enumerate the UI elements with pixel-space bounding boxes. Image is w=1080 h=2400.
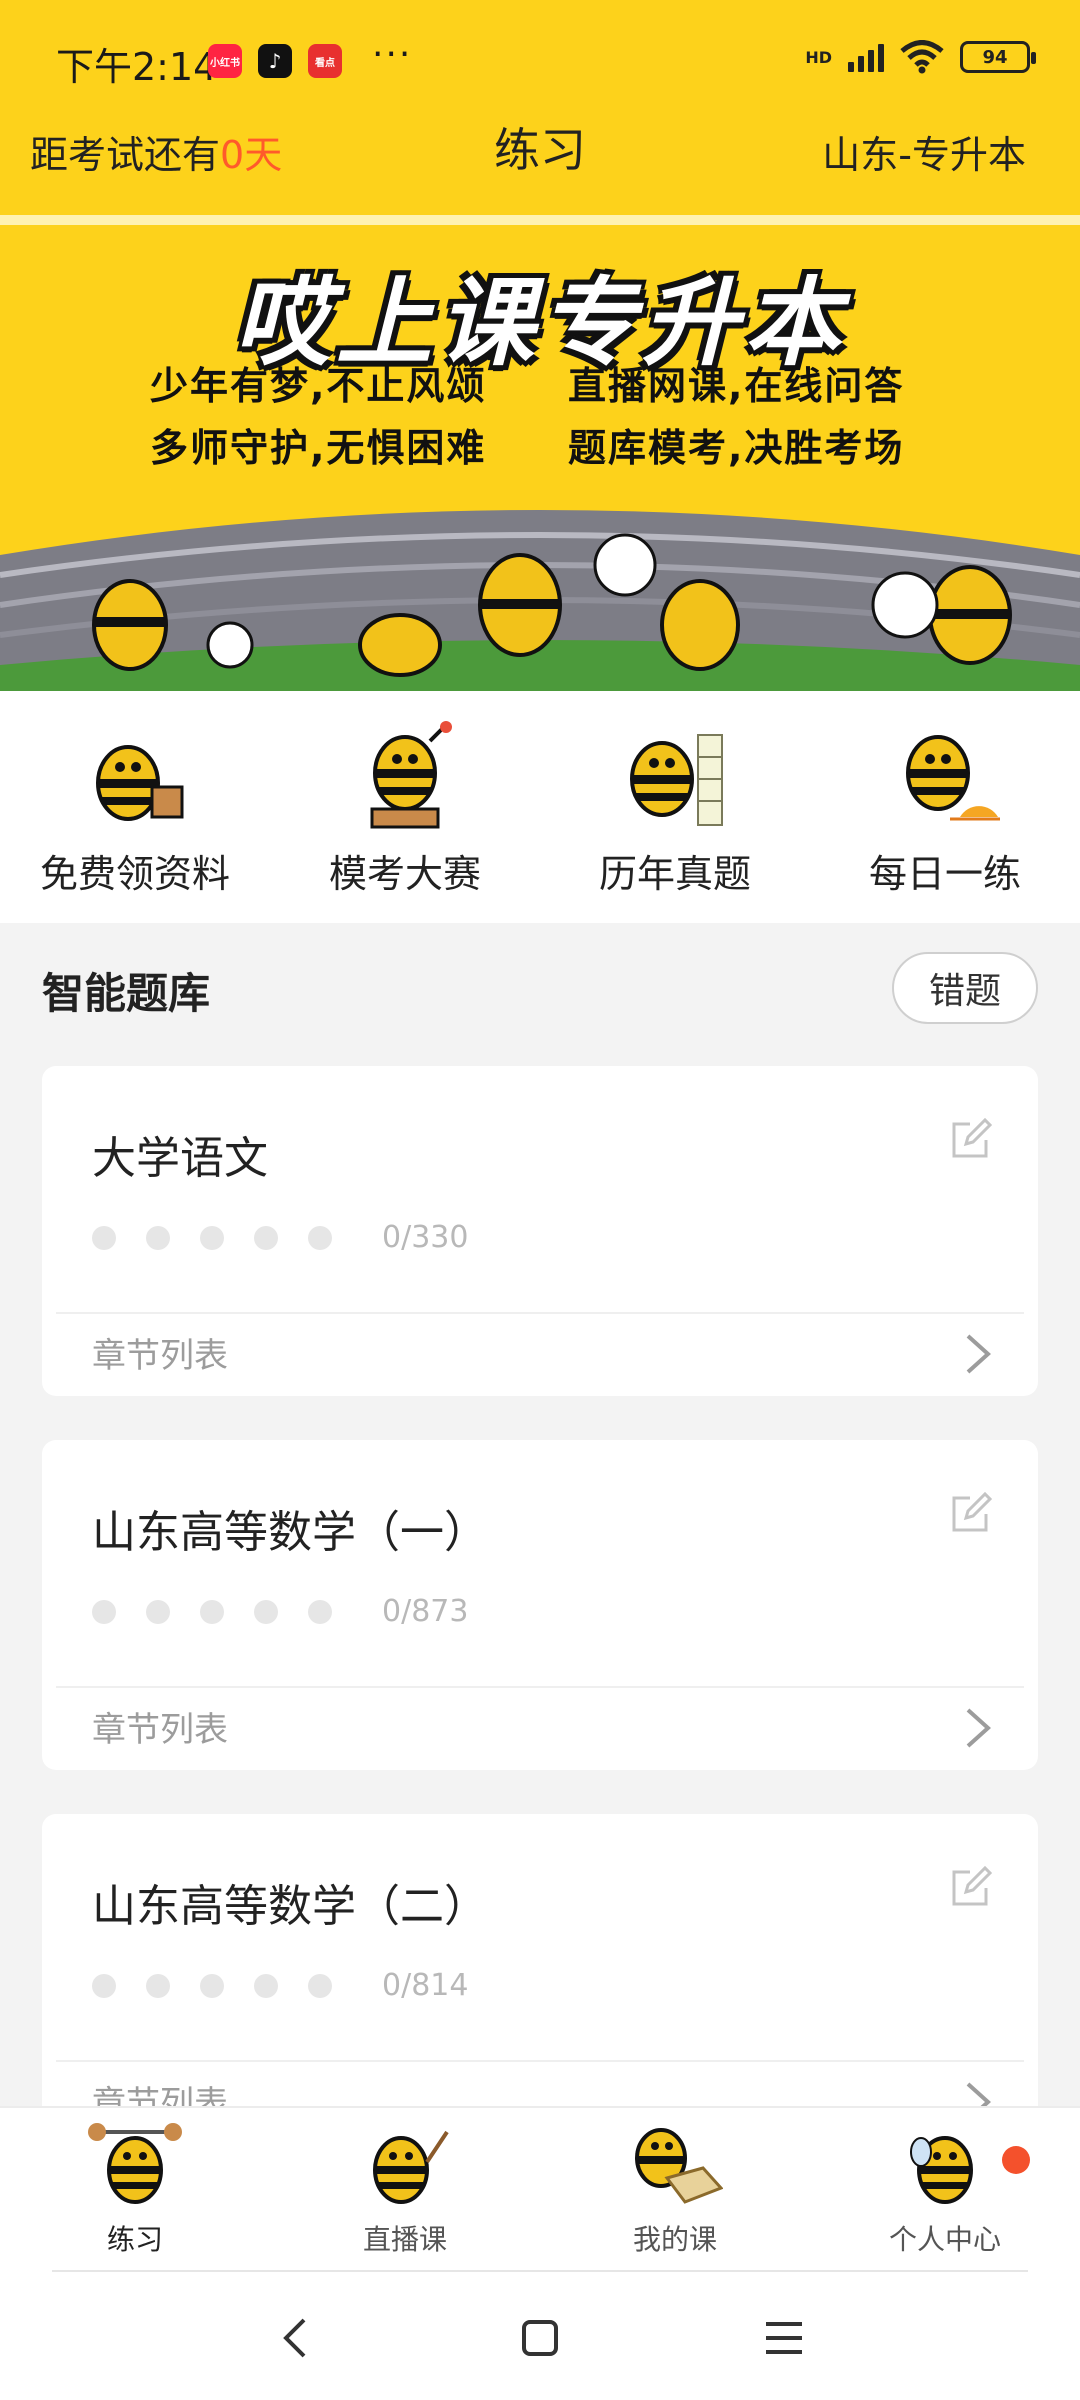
status-time: 下午2:14 [56,45,218,89]
signal-icon [848,42,884,72]
quick-item-label: 每日一练 [868,852,1021,896]
back-icon[interactable] [266,2308,326,2368]
bottom-tab-bar: 练习 直播课 我的课 个人中心 [0,2106,1080,2274]
subject-title: 大学语文 [92,1133,268,1184]
subject-card[interactable]: 山东高等数学（二） 0/814 章节列表 [42,1814,1038,2144]
tab-label: 练习 [106,2223,163,2256]
tab-label: 直播课 [362,2223,447,2256]
quick-item-past-papers[interactable]: 历年真题 [540,691,810,923]
chevron-right-icon[interactable] [960,1332,994,1376]
bee-calendar-icon [630,734,723,826]
progress-count: 0/330 [382,1220,469,1255]
progress-count: 0/873 [382,1594,469,1629]
banner-top-stripe [0,215,1080,225]
tab-bar-divider [52,2270,1028,2272]
bee-sunrise-icon [906,735,1000,821]
subject-card[interactable]: 大学语文 0/330 章节列表 [42,1066,1038,1396]
bee-podium-icon [370,721,452,829]
progress-count: 0/814 [382,1968,469,2003]
bee-profile-icon [910,2136,973,2204]
tab-my-courses[interactable]: 我的课 [540,2108,810,2274]
region-selector[interactable]: 山东-专升本 [822,124,1026,179]
quick-item-daily-practice[interactable]: 每日一练 [810,691,1080,923]
tab-label: 我的课 [632,2223,717,2256]
banner-slogan: 多师守护,无惧困难 [150,426,487,470]
divider [56,1686,1024,1688]
system-nav-bar [0,2274,1080,2400]
divider [56,1312,1024,1314]
subject-title: 山东高等数学（二） [92,1881,488,1932]
xiaohongshu-icon: 小红书 [208,44,242,78]
bee-pointer-icon [373,2130,449,2204]
status-bar: 下午2:14 小红书 ♪ 看点 ··· HD 94 [0,0,1080,120]
chevron-right-icon[interactable] [960,1706,994,1750]
banner-slogan: 少年有梦,不止风颂 [150,364,487,408]
tab-live-class[interactable]: 直播课 [270,2108,540,2274]
tab-profile[interactable]: 个人中心 [810,2108,1080,2274]
progress-dots [92,1226,332,1250]
progress-dots [92,1600,332,1624]
banner-slogan: 直播网课,在线问答 [568,364,905,408]
quick-item-label: 免费领资料 [39,852,230,896]
subject-title: 山东高等数学（一） [92,1507,488,1558]
quick-menu: 免费领资料 模考大赛 历年真题 每日一练 [0,691,1080,923]
top-bar: 下午2:14 小红书 ♪ 看点 ··· HD 94 距考试还有0天 练习 山东-… [0,0,1080,215]
wifi-icon [900,40,944,74]
promo-banner[interactable]: 哎上课专升本 少年有梦,不止风颂 直播网课,在线问答 多师守护,无惧困难 题库模… [0,215,1080,691]
more-notifications-icon: ··· [372,34,413,75]
divider [56,2060,1024,2062]
douyin-icon: ♪ [258,44,292,78]
tab-practice[interactable]: 练习 [0,2108,270,2274]
status-indicators: HD 94 [805,40,1036,74]
kandian-icon: 看点 [308,44,342,78]
quick-item-label: 历年真题 [598,852,751,896]
hd-indicator: HD [805,47,832,67]
home-icon[interactable] [510,2308,570,2368]
progress-dots [92,1974,332,1998]
quick-item-free-materials[interactable]: 免费领资料 [0,691,270,923]
edit-icon[interactable] [950,1118,992,1160]
tab-label: 个人中心 [888,2223,1001,2256]
section-title: 智能题库 [42,969,211,1018]
bee-dumbbell-icon [88,2123,182,2204]
menu-icon[interactable] [754,2308,814,2368]
edit-icon[interactable] [950,1866,992,1908]
wrong-questions-button[interactable]: 错题 [892,952,1038,1024]
bee-box-icon [635,2128,723,2204]
edit-icon[interactable] [950,1492,992,1534]
quick-item-label: 模考大赛 [328,852,481,896]
notification-badge [1002,2146,1030,2174]
quick-item-mock-exam[interactable]: 模考大赛 [270,691,540,923]
chapter-list-link[interactable]: 章节列表 [92,1328,228,1377]
bee-gift-icon [96,745,184,821]
chapter-list-link[interactable]: 章节列表 [92,1702,228,1751]
subject-card[interactable]: 山东高等数学（一） 0/873 章节列表 [42,1440,1038,1770]
banner-slogan: 题库模考,决胜考场 [568,426,905,470]
battery-icon: 94 [960,41,1036,73]
stadium-illustration [0,510,1080,691]
